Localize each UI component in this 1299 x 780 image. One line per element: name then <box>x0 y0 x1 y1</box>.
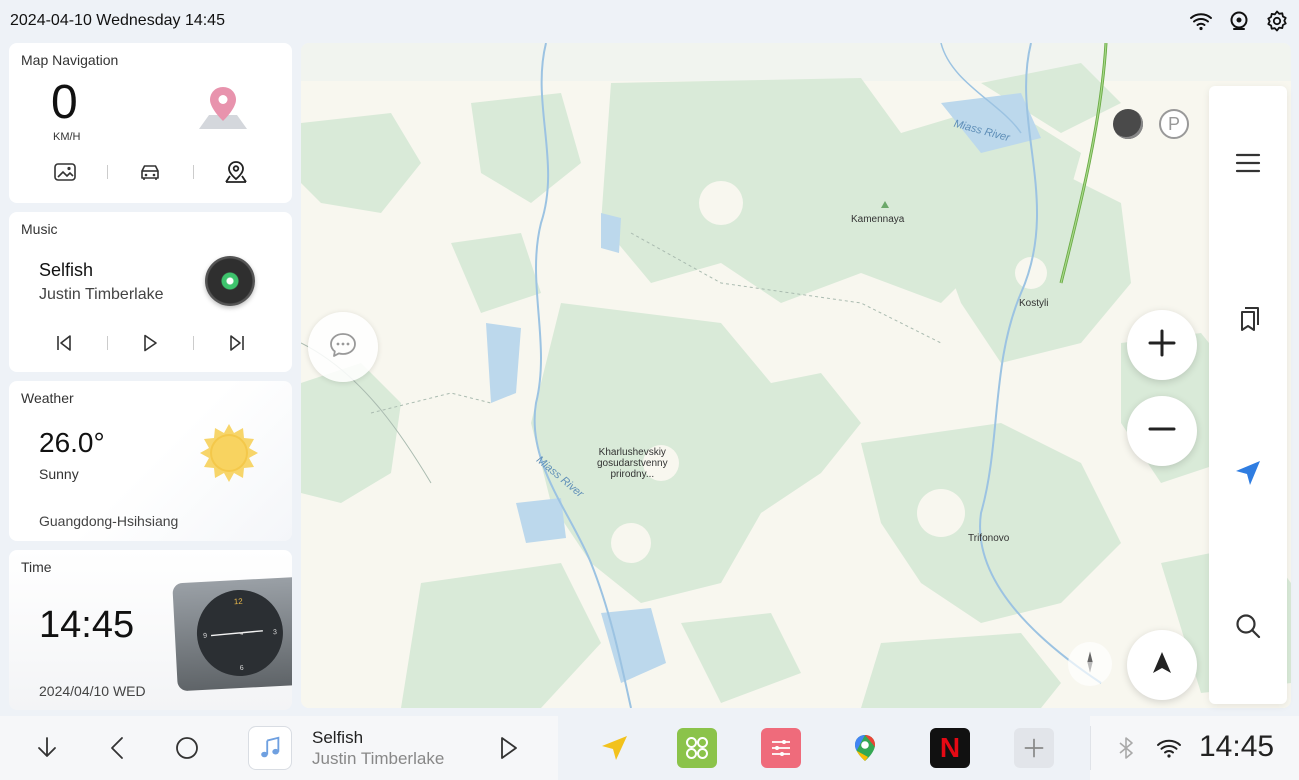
music-card[interactable]: Music Selfish Justin Timberlake <box>9 212 292 372</box>
chat-button[interactable] <box>308 312 378 382</box>
gallery-icon[interactable] <box>51 158 79 186</box>
search-icon[interactable] <box>1229 607 1267 645</box>
temperature: 26.0° <box>39 427 105 458</box>
speed-unit: KM/H <box>53 131 81 143</box>
divider <box>193 336 195 350</box>
weather-location: Guangdong-Hsihsiang <box>39 513 179 529</box>
zoom-out-icon <box>1145 412 1179 451</box>
time-value: 14:45 <box>39 604 135 646</box>
zoom-out-button[interactable] <box>1127 396 1197 466</box>
car-icon[interactable] <box>136 158 164 186</box>
taskbar-song-artist: Justin Timberlake <box>312 749 445 768</box>
clock-numeral-12: 12 <box>234 597 244 606</box>
clock-numeral-6: 6 <box>240 665 244 672</box>
chat-icon <box>327 329 359 366</box>
taskbar-clock: 14:45 <box>1199 730 1275 763</box>
apps-grid-app-icon[interactable] <box>677 728 717 768</box>
divider <box>192 165 194 179</box>
reserve-line-3: prirodny... <box>610 469 655 480</box>
card-title: Time <box>21 559 52 575</box>
reserve-line-2: gosudarstvenny <box>597 458 668 469</box>
wifi-icon <box>1189 9 1213 33</box>
card-title: Weather <box>21 390 74 406</box>
locate-arrow-icon <box>1145 646 1179 685</box>
divider <box>1090 726 1091 770</box>
status-bar: 2024-04-10 Wednesday 14:45 <box>0 0 1299 42</box>
settings-icon[interactable] <box>1265 9 1289 33</box>
netflix-glyph: N <box>939 732 961 763</box>
home-icon[interactable] <box>171 732 203 764</box>
speed-value: 0 <box>51 76 78 129</box>
play-icon[interactable] <box>139 332 161 354</box>
taskbar-song-title: Selfish <box>312 728 364 747</box>
album-disc <box>205 256 255 306</box>
navigation-app-icon[interactable] <box>594 728 634 768</box>
place-label-kostyli: Kostyli <box>1019 298 1049 309</box>
side-panel <box>1209 86 1287 704</box>
sun-icon <box>199 423 259 483</box>
map-pin-icon <box>195 83 251 135</box>
play-icon[interactable] <box>492 732 524 764</box>
place-label-kamennaya: Kamennaya <box>851 214 905 225</box>
weather-condition: Sunny <box>39 466 79 482</box>
add-app-icon[interactable] <box>1014 728 1054 768</box>
divider <box>106 336 108 350</box>
weather-card[interactable]: Weather 26.0° Sunny Guangdong-Hsihsiang <box>9 381 292 541</box>
bluetooth-icon[interactable] <box>1110 732 1142 764</box>
parking-icon[interactable]: P <box>1159 109 1189 139</box>
next-icon[interactable] <box>226 332 248 354</box>
date-value: 2024/04/10 WED <box>39 683 146 699</box>
clock-numeral-9: 9 <box>203 633 207 640</box>
netflix-app-icon[interactable]: N <box>930 728 970 768</box>
equalizer-app-icon[interactable] <box>761 728 801 768</box>
zoom-in-button[interactable] <box>1127 310 1197 380</box>
time-card[interactable]: Time 14:45 2024/04/10 WED 12 9 3 6 <box>9 550 292 710</box>
place-label-trifonovo: Trifonovo <box>968 533 1010 544</box>
collapse-down-icon[interactable] <box>31 732 63 764</box>
card-title: Music <box>21 221 58 237</box>
locate-button[interactable] <box>1127 630 1197 700</box>
wifi-icon[interactable] <box>1153 732 1185 764</box>
camera-icon[interactable] <box>1227 9 1251 33</box>
bookmarks-icon[interactable] <box>1229 299 1267 337</box>
analog-clock: 12 9 3 6 <box>172 576 292 692</box>
compass-icon <box>1082 648 1098 681</box>
compass-button[interactable] <box>1068 642 1112 686</box>
card-title: Map Navigation <box>21 52 119 68</box>
menu-icon[interactable] <box>1229 144 1267 182</box>
back-icon[interactable] <box>102 732 134 764</box>
taskbar: Selfish Justin Timberlake N 14:45 <box>0 716 1299 780</box>
google-maps-app-icon[interactable] <box>845 728 885 768</box>
layer-toggle[interactable]: P <box>1105 102 1197 146</box>
app-dock: N <box>558 716 1090 780</box>
map-navigation-card[interactable]: Map Navigation 0 KM/H <box>9 43 292 203</box>
clock-numeral-3: 3 <box>273 629 277 636</box>
divider <box>107 165 109 179</box>
zoom-in-icon <box>1145 326 1179 365</box>
map-layer-icon[interactable] <box>1113 109 1143 139</box>
previous-icon[interactable] <box>53 332 75 354</box>
song-artist: Justin Timberlake <box>39 286 164 303</box>
place-label-reserve: Kharlushevskiy gosudarstvenny prirodny..… <box>597 447 668 480</box>
location-icon[interactable] <box>222 158 250 186</box>
song-title: Selfish <box>39 260 94 280</box>
reserve-line-1: Kharlushevskiy <box>598 447 666 458</box>
status-datetime: 2024-04-10 Wednesday 14:45 <box>10 12 225 29</box>
navigate-icon[interactable] <box>1229 454 1267 492</box>
music-app-icon[interactable] <box>248 726 292 770</box>
